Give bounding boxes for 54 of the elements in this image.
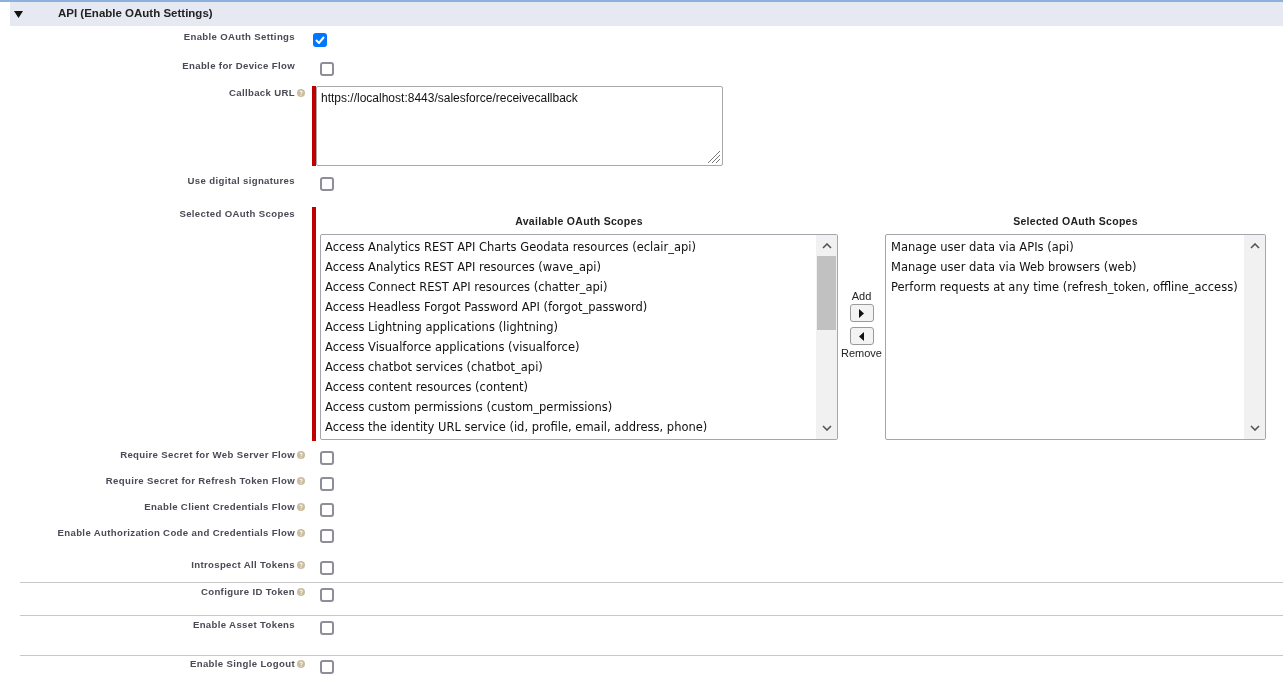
chevron-up-icon[interactable] <box>821 243 832 249</box>
list-heading: Selected OAuth Scopes <box>1012 214 1139 228</box>
list-heading: Available OAuth Scopes <box>514 214 644 228</box>
chevron-up-icon[interactable] <box>1249 243 1260 249</box>
checkbox[interactable] <box>320 588 334 602</box>
field-label: Enable Authorization Code and Credentials Flow <box>57 526 295 540</box>
chevron-down-icon[interactable] <box>821 425 832 431</box>
listbox[interactable] <box>320 234 838 440</box>
help-icon[interactable] <box>297 529 305 537</box>
field-label: Configure ID Token <box>200 585 295 599</box>
field-label: Require Secret for Web Server Flow <box>120 448 295 462</box>
checkbox[interactable] <box>320 660 334 674</box>
help-icon[interactable] <box>297 588 305 596</box>
remove-label: Remove <box>841 347 882 359</box>
listbox[interactable]: Manage user data via APIs (api) Manage user data via Web browsers (web) Perform requests at any time (refresh_token, offline_access) <box>885 234 1266 440</box>
checkbox[interactable] <box>320 503 334 517</box>
scrollbar-thumb[interactable] <box>817 256 836 330</box>
resize-grip-icon[interactable] <box>707 150 720 163</box>
field-label: Enable Asset Tokens <box>192 618 295 632</box>
help-icon[interactable] <box>297 660 305 668</box>
field-label: Enable OAuth Settings <box>183 30 295 44</box>
check-icon <box>315 36 325 44</box>
help-icon[interactable] <box>297 561 305 569</box>
checkbox[interactable] <box>313 33 327 47</box>
field-label: Selected OAuth Scopes <box>179 207 295 221</box>
add-button[interactable] <box>849 304 874 322</box>
url-field[interactable]: https://localhost:8443/salesforce/receivecallback <box>316 86 723 166</box>
field-label: Enable Client Credentials Flow <box>144 500 295 514</box>
field-label: Enable for Device Flow <box>182 59 295 73</box>
checkbox[interactable] <box>320 62 334 76</box>
help-icon[interactable] <box>297 451 305 459</box>
scrollbar[interactable] <box>816 235 837 439</box>
triangle-down-icon[interactable] <box>14 10 23 18</box>
checkbox[interactable] <box>320 451 334 465</box>
field-label: Enable Single Logout <box>189 657 295 671</box>
checkbox[interactable] <box>320 477 334 491</box>
section-title: API (Enable OAuth Settings) <box>58 6 213 22</box>
triangle-right-icon <box>859 308 864 318</box>
field-label: Require Secret for Refresh Token Flow <box>105 474 295 488</box>
field-label: Callback URL <box>228 86 295 100</box>
help-icon[interactable] <box>297 89 305 97</box>
add-label: Add <box>851 290 872 302</box>
triangle-left-icon <box>859 331 864 341</box>
scrollbar[interactable] <box>1244 235 1265 439</box>
checkbox[interactable] <box>320 621 334 635</box>
help-icon[interactable] <box>297 503 305 511</box>
checkbox[interactable] <box>320 177 334 191</box>
help-icon[interactable] <box>297 477 305 485</box>
checkbox[interactable] <box>320 529 334 543</box>
chevron-down-icon[interactable] <box>1249 425 1260 431</box>
field-label: Introspect All Tokens <box>191 558 295 572</box>
checkbox[interactable] <box>320 561 334 575</box>
remove-button[interactable] <box>849 327 874 345</box>
field-label: Use digital signatures <box>187 174 295 188</box>
